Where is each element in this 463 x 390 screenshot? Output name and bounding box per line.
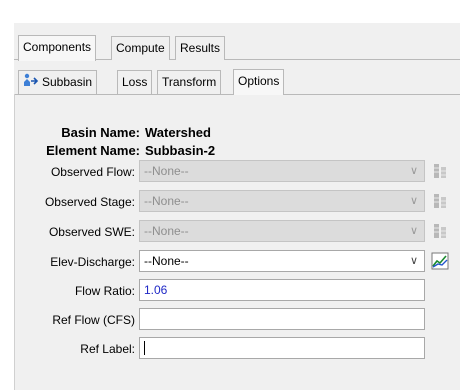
gage-icon[interactable]: [431, 222, 449, 240]
elev-discharge-label: Elev-Discharge:: [50, 255, 135, 269]
graph-icon[interactable]: [431, 252, 449, 270]
chevron-down-icon: ∨: [409, 255, 418, 267]
tab-results[interactable]: Results: [175, 36, 226, 60]
tab-components[interactable]: Components: [18, 35, 97, 61]
top-strip: [14, 10, 460, 23]
observed-flow-select[interactable]: --None-- ∨: [139, 160, 425, 182]
tab-transform[interactable]: Transform: [157, 70, 222, 94]
ref-flow-label: Ref Flow (CFS): [52, 313, 135, 327]
elev-discharge-select[interactable]: --None-- ∨: [139, 250, 425, 272]
observed-flow-label: Observed Flow:: [50, 165, 135, 179]
editor-panel: Components Compute Results Subbasin Loss…: [14, 10, 460, 390]
ref-label-label: Ref Label:: [80, 342, 135, 356]
options-content: Basin Name: Watershed Element Name: Subb…: [14, 94, 460, 390]
basin-name-value: Watershed: [145, 125, 211, 140]
text-caret: [144, 340, 145, 355]
subbasin-icon: [23, 72, 39, 94]
outer-tab-bar: Components Compute Results: [14, 23, 460, 61]
tab-compute[interactable]: Compute: [111, 36, 170, 60]
tab-loss[interactable]: Loss: [117, 70, 153, 94]
flow-ratio-label: Flow Ratio:: [74, 284, 135, 298]
tab-options[interactable]: Options: [233, 69, 285, 95]
observed-swe-select[interactable]: --None-- ∨: [139, 220, 425, 242]
flow-ratio-input[interactable]: 1.06: [139, 279, 425, 301]
element-name-value: Subbasin-2: [145, 143, 216, 158]
hms-basin-editor: { "outer_tabs": [ {"label": "Components"…: [0, 0, 463, 390]
inner-tab-bar: Subbasin Loss Transform Options: [14, 65, 460, 95]
observed-stage-value: --None--: [144, 194, 189, 208]
gage-icon[interactable]: [431, 192, 449, 210]
observed-stage-select[interactable]: --None-- ∨: [139, 190, 425, 212]
observed-swe-value: --None--: [144, 224, 189, 238]
observed-stage-label: Observed Stage:: [44, 195, 135, 209]
observed-flow-value: --None--: [144, 164, 189, 178]
gage-icon[interactable]: [431, 162, 449, 180]
elev-discharge-value: --None--: [144, 254, 189, 268]
observed-swe-label: Observed SWE:: [48, 225, 135, 239]
basin-name-label: Basin Name:: [61, 125, 140, 140]
ref-label-input[interactable]: [139, 337, 425, 359]
chevron-down-icon: ∨: [409, 225, 418, 237]
tab-subbasin[interactable]: Subbasin: [18, 70, 98, 94]
tab-subbasin-label: Subbasin: [42, 75, 93, 89]
chevron-down-icon: ∨: [409, 195, 418, 207]
element-name-label: Element Name:: [46, 143, 140, 158]
ref-flow-input[interactable]: [139, 308, 425, 330]
chevron-down-icon: ∨: [409, 165, 418, 177]
